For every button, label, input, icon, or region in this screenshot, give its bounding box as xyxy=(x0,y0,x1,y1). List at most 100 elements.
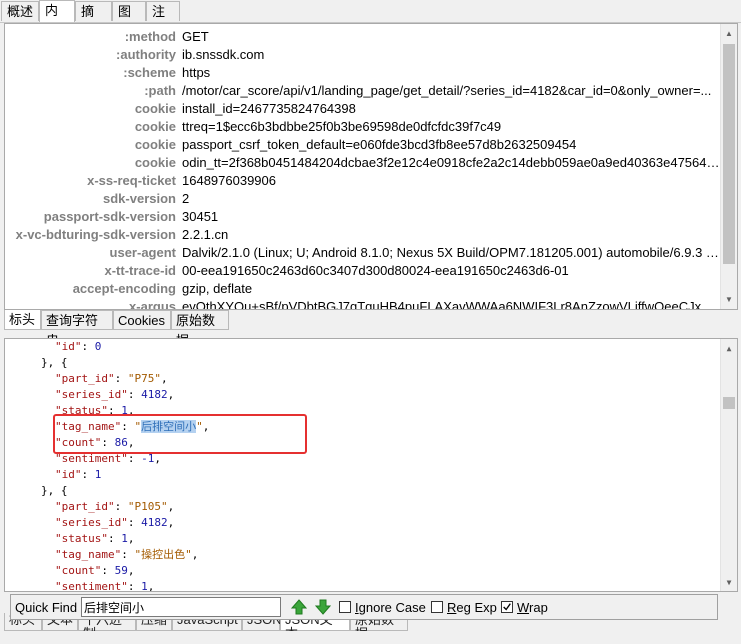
json-token: 59 xyxy=(114,564,128,577)
header-row[interactable]: accept-encoding gzip, deflate xyxy=(5,280,721,298)
request-tab-bar: 标头 查询字符串 Cookies 原始数据 xyxy=(4,310,738,348)
header-key: user-agent xyxy=(109,245,176,260)
header-key: x-tt-trace-id xyxy=(104,263,176,278)
header-value: ib.snssdk.com xyxy=(182,47,265,62)
json-text-panel[interactable]: ▲ ▼ "id": 0}, {"part_id": "P75", "series_… xyxy=(4,338,738,592)
quick-find-label: Quick Find xyxy=(15,600,78,615)
header-row[interactable]: cookie ttreq=1$ecc6b3bdbbe25f0b3be69598de… xyxy=(5,118,721,136)
header-row[interactable]: :path/motor/car_score/api/v1/landing_pag… xyxy=(5,82,721,100)
json-scrollbar[interactable]: ▲ ▼ xyxy=(720,339,737,591)
scroll-up-arrow-icon[interactable]: ▲ xyxy=(721,26,737,42)
json-token: 1 xyxy=(121,532,128,545)
tab-notes[interactable]: 注释 xyxy=(146,1,180,39)
quick-find-input[interactable]: 后排空间小 xyxy=(81,597,281,617)
header-row[interactable]: :scheme https xyxy=(5,64,721,82)
tab-cookies[interactable]: Cookies xyxy=(113,310,171,330)
find-previous-arrow-icon[interactable] xyxy=(290,598,308,616)
json-token: : xyxy=(101,564,115,577)
json-token: : xyxy=(127,580,142,592)
checkmark-icon xyxy=(503,603,511,611)
json-token: , xyxy=(127,564,135,577)
json-token: 4182 xyxy=(141,388,168,401)
header-row[interactable]: sdk-version 2 xyxy=(5,190,721,208)
json-token: : xyxy=(81,468,95,481)
json-token: : xyxy=(121,420,135,433)
headers-scrollbar[interactable]: ▲ ▼ xyxy=(720,24,737,309)
header-row[interactable]: x-tt-trace-id 00-eea191650c2463d60c3407d3… xyxy=(5,262,721,280)
header-value: 1648976039906 xyxy=(182,173,276,188)
json-token: : xyxy=(114,500,128,513)
header-row[interactable]: user-agent Dalvik/2.1.0 (Linux; U; Androi… xyxy=(5,244,721,262)
json-token: : xyxy=(127,388,142,401)
scrollbar-thumb[interactable] xyxy=(723,44,735,264)
find-next-arrow-icon[interactable] xyxy=(314,598,332,616)
json-token: , xyxy=(167,388,175,401)
header-row[interactable]: cookie install_id=2467735824764398 xyxy=(5,100,721,118)
header-key: x-argus xyxy=(129,299,176,310)
header-value: ttreq=1$ecc6b3bdbbe25f0b3be69598de0dfcfd… xyxy=(182,119,502,134)
json-token: "操控出色" xyxy=(134,548,192,561)
json-token: 4182 xyxy=(141,516,168,529)
json-line: "series_id": 4182, xyxy=(5,387,174,403)
json-token: , xyxy=(191,548,199,561)
json-token: "series_id" xyxy=(55,516,128,529)
scroll-down-arrow-icon[interactable]: ▼ xyxy=(721,292,737,308)
json-line: "id": 1 xyxy=(5,467,101,483)
scrollbar-thumb[interactable] xyxy=(723,397,735,409)
json-line: "part_id": "P105", xyxy=(5,499,174,515)
json-line: "sentiment": -1, xyxy=(5,451,161,467)
header-key: x-ss-req-ticket xyxy=(87,173,176,188)
json-token: : xyxy=(127,452,142,465)
header-row[interactable]: passport-sdk-version 30451 xyxy=(5,208,721,226)
json-token: 1 xyxy=(141,580,148,592)
tab-chart[interactable]: 图表 xyxy=(112,1,146,39)
json-token: -1 xyxy=(141,452,155,465)
json-line: "tag_name": "操控出色", xyxy=(5,547,198,563)
header-key: :authority xyxy=(116,47,176,62)
json-token: "sentiment" xyxy=(55,580,128,592)
json-line: "sentiment": 1, xyxy=(5,579,154,592)
tab-overview[interactable]: 概述 xyxy=(1,1,39,21)
json-token: "tag_name" xyxy=(55,420,122,433)
quick-find-bar: Quick Find 后排空间小 Ignore Case Reg Exp Wra… xyxy=(10,594,718,620)
tab-headers[interactable]: 标头 xyxy=(4,310,41,330)
header-row[interactable]: :authority ib.snssdk.com xyxy=(5,46,721,64)
header-value: install_id=2467735824764398 xyxy=(182,101,356,116)
header-key: :path xyxy=(144,83,176,98)
json-token: "P105" xyxy=(127,500,168,513)
json-line: "id": 0 xyxy=(5,339,101,355)
header-row[interactable]: x-argus evOthXYOu+sBf/pVDbtBGJ7gTguHB4puF… xyxy=(5,298,721,310)
json-token: "status" xyxy=(55,532,108,545)
tab-summary[interactable]: 摘要 xyxy=(75,1,112,39)
scroll-down-arrow-icon[interactable]: ▼ xyxy=(721,575,737,591)
header-row[interactable]: :method GET xyxy=(5,28,721,46)
json-token: , xyxy=(202,420,210,433)
wrap-label: Wrap xyxy=(517,600,548,615)
json-token: 1 xyxy=(94,468,102,481)
json-line: "count": 86, xyxy=(5,435,134,451)
json-line: "count": 59, xyxy=(5,563,134,579)
tab-raw[interactable]: 原始数据 xyxy=(171,310,229,348)
json-token: "part_id" xyxy=(55,500,115,513)
header-value: odin_tt=2f368b0451484204dcbae3f2e12c4e09… xyxy=(182,155,720,170)
json-token: "series_id" xyxy=(55,388,128,401)
scroll-up-arrow-icon[interactable]: ▲ xyxy=(721,341,737,357)
header-row[interactable]: cookie passport_csrf_token_default=e060fd… xyxy=(5,136,721,154)
json-token: "id" xyxy=(55,468,82,481)
header-row[interactable]: x-vc-bdturing-sdk-version 2.2.1.cn xyxy=(5,226,721,244)
ignore-case-checkbox[interactable] xyxy=(339,601,351,613)
regexp-checkbox[interactable] xyxy=(431,601,443,613)
json-token: : xyxy=(114,372,128,385)
top-tab-bar: 概述 内容 摘要 图表 注释 xyxy=(0,0,741,39)
header-row[interactable]: x-ss-req-ticket 1648976039906 xyxy=(5,172,721,190)
json-token: 1 xyxy=(121,404,128,417)
header-row[interactable]: cookie odin_tt=2f368b0451484204dcbae3f2e1… xyxy=(5,154,721,172)
wrap-checkbox[interactable] xyxy=(501,601,513,613)
json-token: " xyxy=(196,420,203,433)
wrap-text: rap xyxy=(529,600,548,615)
json-token: , xyxy=(160,372,168,385)
tab-querystring[interactable]: 查询字符串 xyxy=(41,310,113,348)
json-token: "count" xyxy=(55,564,102,577)
json-token: "P75" xyxy=(127,372,161,385)
tab-content[interactable]: 内容 xyxy=(39,0,75,38)
